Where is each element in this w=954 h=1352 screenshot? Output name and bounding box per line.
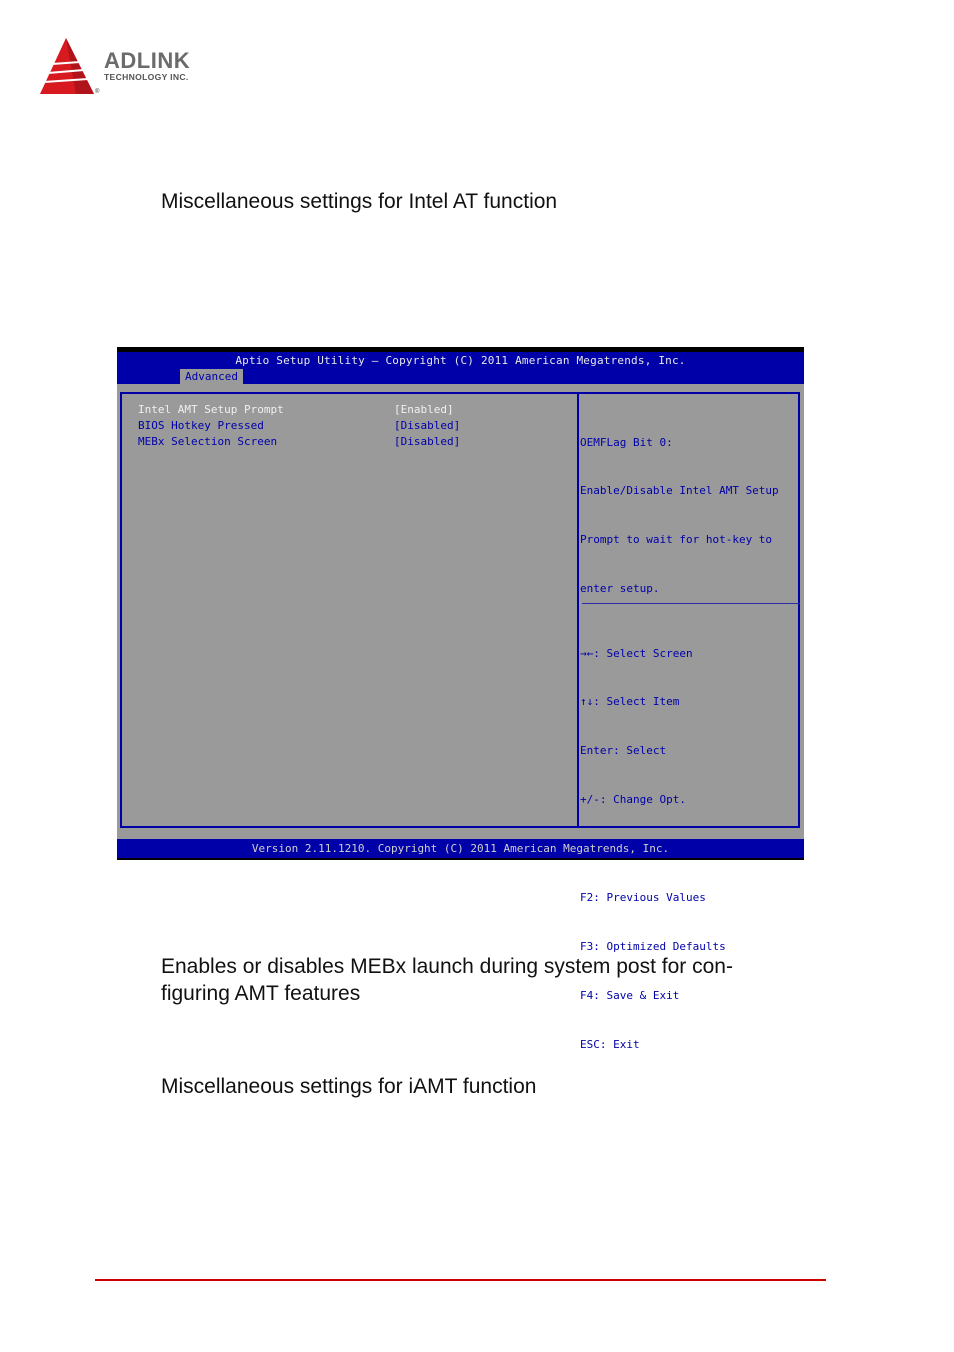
panel-divider-vertical <box>577 394 579 826</box>
help-text: OEMFLag Bit 0: Enable/Disable Intel AMT … <box>580 402 779 630</box>
help-line: Prompt to wait for hot-key to <box>580 533 773 547</box>
bios-bottom-bar <box>117 858 804 860</box>
registered-mark: ® <box>95 89 100 95</box>
setting-intel-amt-setup-prompt[interactable]: Intel AMT Setup Prompt [Enabled] <box>138 402 454 418</box>
key-esc-exit: ESC: Exit <box>580 1037 640 1051</box>
adlink-triangle-icon <box>40 38 94 94</box>
setting-mebx-selection-screen[interactable]: MEBx Selection Screen [Disabled] <box>138 434 460 450</box>
tab-advanced[interactable]: Advanced <box>180 369 243 384</box>
key-select-screen: →←: Select Screen <box>580 646 693 660</box>
help-line: OEMFLag Bit 0: <box>580 435 673 449</box>
bios-footer: Version 2.11.1210. Copyright (C) 2011 Am… <box>117 839 804 858</box>
bios-title: Aptio Setup Utility – Copyright (C) 2011… <box>235 354 686 367</box>
key-enter-select: Enter: Select <box>580 744 667 758</box>
help-line: enter setup. <box>580 582 660 596</box>
footer-rule <box>95 1279 826 1281</box>
key-select-item: ↑↓: Select Item <box>580 695 680 709</box>
key-change-opt: +/-: Change Opt. <box>580 793 686 807</box>
setting-value[interactable]: [Enabled] <box>394 402 454 418</box>
mebx-description: Enables or disables MEBx launch during s… <box>161 955 733 1005</box>
setting-value[interactable]: [Disabled] <box>394 434 460 450</box>
setting-label: BIOS Hotkey Pressed <box>138 419 264 432</box>
key-previous-values: F2: Previous Values <box>580 891 706 905</box>
iamt-description: Miscellaneous settings for iAMT function <box>161 1075 537 1098</box>
adlink-logo: ADLINK TECHNOLOGY INC. ® <box>38 36 238 100</box>
bios-header: Aptio Setup Utility – Copyright (C) 2011… <box>117 352 804 384</box>
setting-value[interactable]: [Disabled] <box>394 418 460 434</box>
logo-wordmark: ADLINK <box>104 48 191 73</box>
intel-at-description: Miscellaneous settings for Intel AT func… <box>161 190 558 213</box>
logo-subtitle: TECHNOLOGY INC. <box>104 72 189 82</box>
bios-setup-screenshot: Aptio Setup Utility – Copyright (C) 2011… <box>117 347 804 1051</box>
setting-label: Intel AMT Setup Prompt <box>138 403 284 416</box>
setting-bios-hotkey-pressed[interactable]: BIOS Hotkey Pressed [Disabled] <box>138 418 460 434</box>
help-line: Enable/Disable Intel AMT Setup <box>580 484 779 498</box>
bios-main-panel: Intel AMT Setup Prompt [Enabled] BIOS Ho… <box>120 392 800 1051</box>
setting-label: MEBx Selection Screen <box>138 435 278 448</box>
